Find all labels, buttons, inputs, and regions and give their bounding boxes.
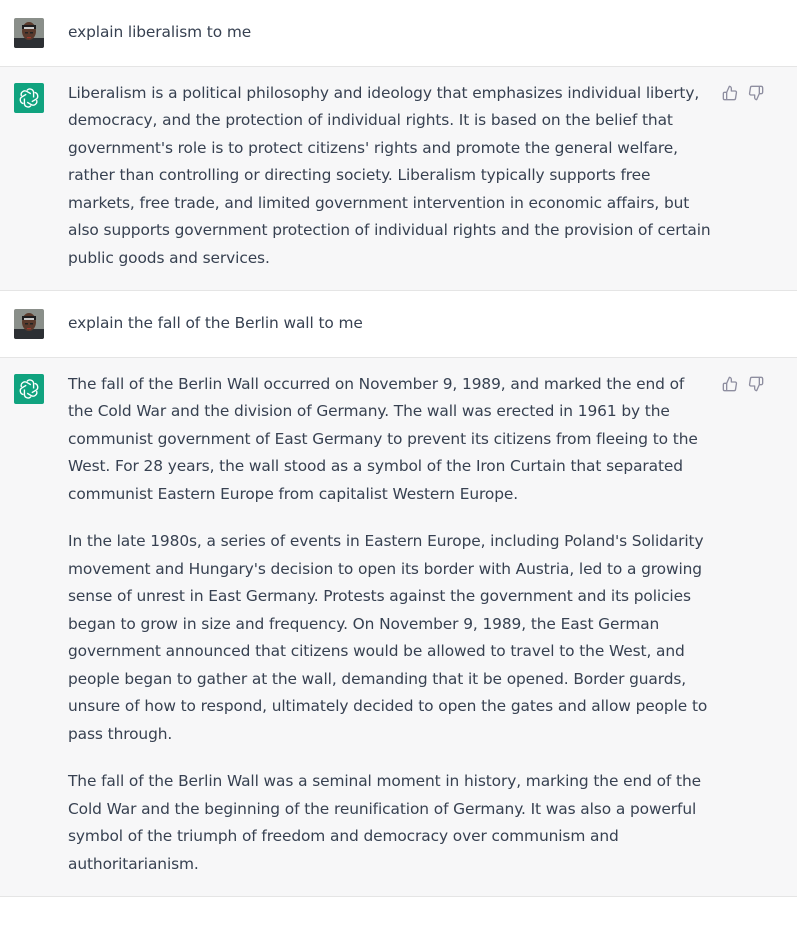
thumbs-down-button[interactable] [746,83,766,103]
thumbs-up-icon [722,376,738,391]
thumbs-up-button[interactable] [720,83,740,103]
assistant-message: Liberalism is a political philosophy and… [0,66,797,291]
assistant-paragraph: In the late 1980s, a series of events in… [68,532,708,743]
thumbs-up-button[interactable] [720,374,740,394]
thumbs-down-button[interactable] [746,374,766,394]
chat-thread: explain liberalism to me Liberalism is a… [0,0,797,897]
assistant-paragraph: The fall of the Berlin Wall occurred on … [68,374,698,503]
assistant-message-text: Liberalism is a political philosophy and… [68,67,713,291]
user-avatar [14,18,44,48]
openai-logo-icon [19,87,39,108]
thumbs-up-icon [722,85,738,100]
openai-logo-icon [19,378,39,399]
user-message: explain liberalism to me [0,0,797,67]
user-avatar-photo-icon [14,309,44,339]
assistant-message: The fall of the Berlin Wall occurred on … [0,357,797,897]
assistant-message-text: The fall of the Berlin Wall occurred on … [68,358,713,897]
thumbs-down-icon [748,85,764,100]
feedback-actions [720,83,766,103]
user-message-text: explain the fall of the Berlin wall to m… [68,314,363,332]
feedback-actions [720,374,766,394]
assistant-avatar [14,82,44,113]
assistant-paragraph: Liberalism is a political philosophy and… [68,83,711,267]
user-avatar-photo-icon [14,18,44,48]
user-message-text: explain liberalism to me [68,23,252,41]
thumbs-down-icon [748,376,764,391]
assistant-avatar [14,373,44,404]
user-avatar [14,309,44,339]
user-message: explain the fall of the Berlin wall to m… [0,291,797,358]
assistant-paragraph: The fall of the Berlin Wall was a semina… [68,772,701,873]
